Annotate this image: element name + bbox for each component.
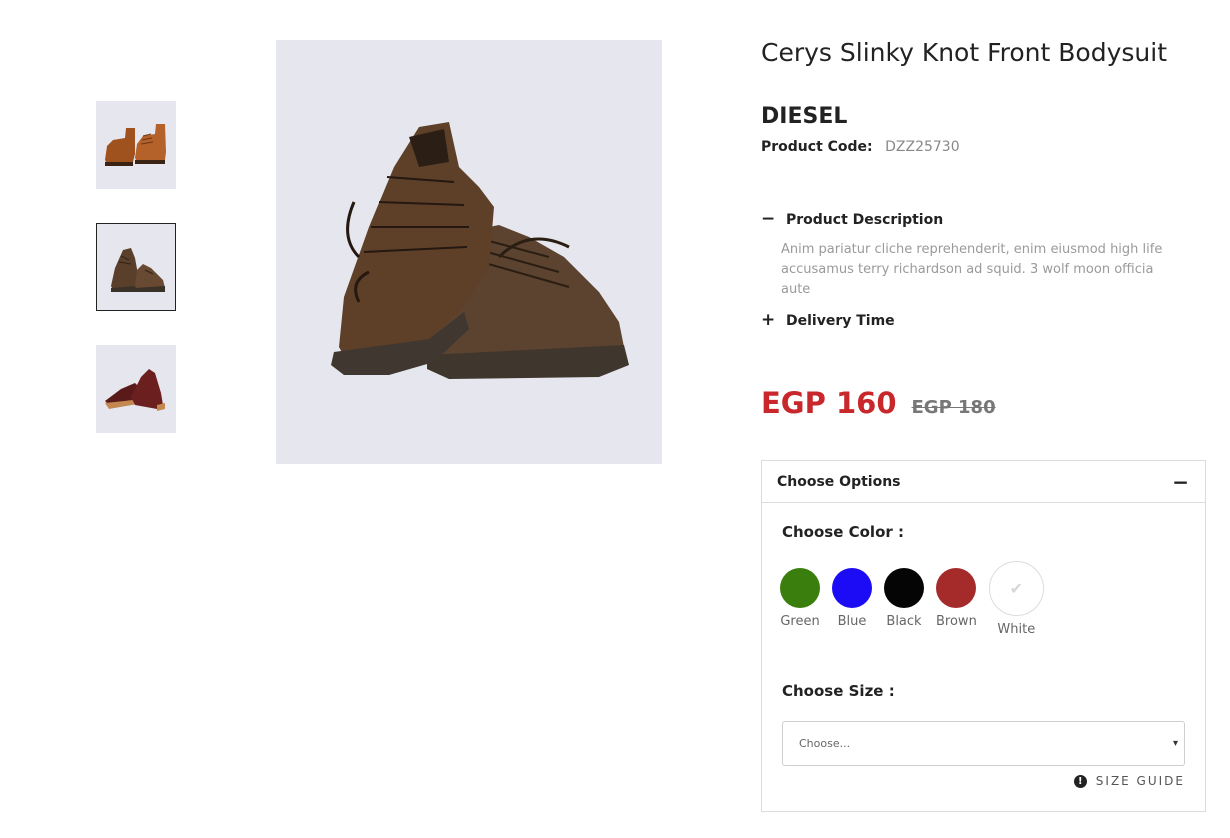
chevron-down-icon: ▾ — [1172, 738, 1178, 749]
price-row: EGP 160 EGP 180 — [761, 386, 996, 420]
size-select[interactable]: Choose... ▾ — [782, 721, 1185, 766]
color-name: Green — [780, 614, 820, 629]
color-dot — [884, 568, 924, 608]
boots-brown-thumbnail-icon — [105, 124, 166, 166]
choose-options-title: Choose Options — [777, 473, 901, 490]
product-page: Cerys Slinky Knot Front Bodysuit DIESEL … — [0, 0, 1230, 838]
thumbnail-oxford-shoes[interactable] — [96, 345, 176, 433]
size-guide-link[interactable]: ! SIZE GUIDE — [1073, 774, 1185, 788]
product-description-text: Anim pariatur cliche reprehenderit, enim… — [781, 242, 1163, 297]
color-swatches: Green Blue Black Brown ✔ White — [780, 561, 1056, 637]
color-dot — [832, 568, 872, 608]
color-swatch-blue[interactable]: Blue — [832, 568, 872, 629]
delivery-time-toggle[interactable]: + Delivery Time — [761, 312, 895, 329]
thumbnail-hiking-shoes[interactable] — [96, 223, 176, 311]
product-code-row: Product Code: DZZ25730 — [761, 139, 960, 155]
minus-icon: − — [761, 209, 776, 229]
hiking-shoes-image-icon — [331, 122, 629, 379]
delivery-time-label: Delivery Time — [786, 312, 895, 329]
choose-color-label: Choose Color : — [782, 523, 904, 541]
color-name: White — [997, 622, 1036, 637]
old-price: EGP 180 — [911, 397, 996, 418]
color-swatch-green[interactable]: Green — [780, 568, 820, 629]
thumbnail-boots[interactable] — [96, 101, 176, 189]
main-product-image[interactable] — [276, 40, 662, 464]
color-name: Blue — [837, 614, 867, 629]
collapse-icon[interactable]: − — [1172, 472, 1189, 492]
color-dot — [936, 568, 977, 608]
info-icon: ! — [1073, 774, 1087, 788]
color-swatch-brown[interactable]: Brown — [936, 568, 977, 629]
choose-size-label: Choose Size : — [782, 682, 895, 700]
color-dot: ✔ — [988, 561, 1044, 616]
color-dot — [780, 568, 820, 608]
choose-options-header[interactable]: Choose Options − — [762, 461, 1205, 503]
product-description-toggle[interactable]: − Product Description — [761, 211, 943, 228]
hiking-shoes-thumbnail-icon — [111, 248, 165, 292]
checkmark-icon: ✔ — [1009, 579, 1024, 598]
current-price: EGP 160 — [761, 386, 897, 420]
oxford-shoes-thumbnail-icon — [105, 369, 165, 411]
color-name: Black — [886, 614, 922, 629]
choose-options-panel: Choose Options − Choose Color : Green Bl… — [761, 460, 1206, 812]
product-description-label: Product Description — [786, 211, 944, 228]
product-brand[interactable]: DIESEL — [761, 104, 847, 129]
color-name: Brown — [936, 614, 977, 629]
size-guide-label: SIZE GUIDE — [1095, 774, 1185, 788]
plus-icon: + — [761, 310, 776, 330]
product-code-label: Product Code: — [761, 139, 873, 155]
product-title: Cerys Slinky Knot Front Bodysuit — [761, 38, 1168, 67]
color-swatch-white[interactable]: ✔ White — [988, 561, 1044, 637]
product-code-value: DZZ25730 — [885, 139, 960, 155]
color-swatch-black[interactable]: Black — [884, 568, 924, 629]
size-select-value: Choose... — [799, 737, 851, 750]
